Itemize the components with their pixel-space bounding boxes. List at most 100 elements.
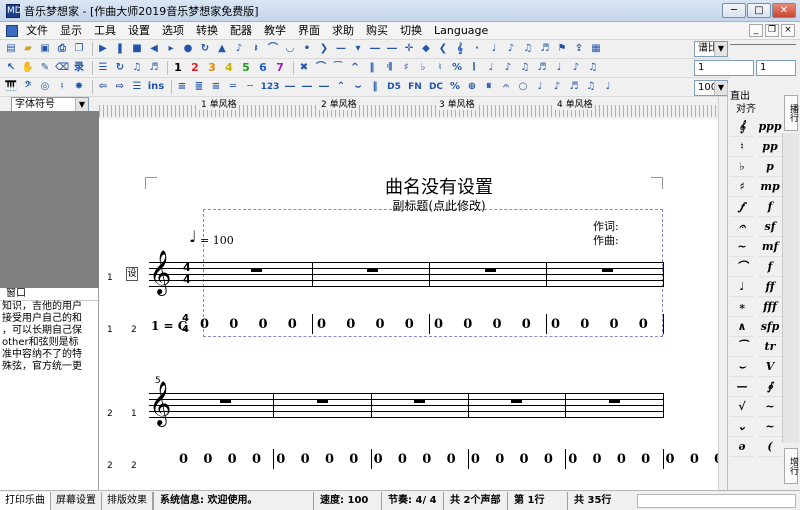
lines4-icon[interactable]: ═ <box>226 80 240 94</box>
insert-button[interactable]: ins <box>147 80 165 94</box>
eighth-note-icon[interactable]: ♪ <box>504 42 518 56</box>
palette-symbol[interactable]: sfp <box>758 317 782 337</box>
numbered-note[interactable]: 0 <box>495 452 504 467</box>
digit-2-button[interactable]: 2 <box>188 61 202 75</box>
ruler-segment-3[interactable]: 3 单风格 <box>437 97 477 110</box>
chord6-icon[interactable]: ♪ <box>569 61 583 75</box>
whole-rest[interactable] <box>220 400 231 403</box>
palette-symbol[interactable]: — <box>730 377 754 397</box>
beam-icon[interactable]: ♫ <box>521 42 535 56</box>
quarter-note-icon-2[interactable]: ♩ <box>533 80 547 94</box>
select-tool-icon[interactable]: ↖ <box>4 61 18 75</box>
barline2-icon[interactable]: ‖ <box>368 80 382 94</box>
note-icon[interactable]: ♪ <box>232 42 246 56</box>
rewind-icon[interactable]: ◀ <box>147 42 161 56</box>
palette-symbol[interactable]: ~ <box>758 417 782 437</box>
number-mode-button[interactable]: 123 <box>260 80 280 94</box>
menu-tools[interactable]: 工具 <box>88 23 122 39</box>
numbered-note[interactable]: 0 <box>398 452 407 467</box>
palette-symbol[interactable]: f <box>758 197 782 217</box>
palette-symbol[interactable]: mf <box>758 237 782 257</box>
palette-symbol[interactable]: 𝄐 <box>730 217 754 237</box>
digit-7-button[interactable]: 7 <box>273 61 287 75</box>
note-duration2-icon[interactable]: ♬ <box>147 61 161 75</box>
stop-icon[interactable]: ■ <box>130 42 144 56</box>
tie-icon-2[interactable]: ⌒ <box>314 61 328 75</box>
numbered-note[interactable]: 0 <box>301 452 310 467</box>
palette-symbol[interactable]: mp <box>758 177 782 197</box>
numbered-note[interactable]: 0 <box>229 317 238 332</box>
numbered-note[interactable]: 0 <box>405 317 414 332</box>
copy-icon[interactable]: ❐ <box>72 42 86 56</box>
open-icon[interactable]: ▰ <box>21 42 35 56</box>
palette-symbol[interactable]: f <box>758 257 782 277</box>
whole-rest[interactable] <box>251 269 262 272</box>
flat-icon[interactable]: ♭ <box>416 61 430 75</box>
tab-screen-settings[interactable]: 屏幕设置 <box>51 491 102 510</box>
numbered-note[interactable]: 0 <box>690 452 699 467</box>
numbered-note[interactable]: 0 <box>349 452 358 467</box>
palette-symbol[interactable]: ppp <box>758 117 782 137</box>
star-icon[interactable]: ✸ <box>72 80 86 94</box>
maximize-button[interactable]: □ <box>747 3 771 18</box>
menu-interface[interactable]: 界面 <box>292 23 326 39</box>
quarter-note-icon[interactable]: ♩ <box>487 42 501 56</box>
forward-icon[interactable]: ▸ <box>164 42 178 56</box>
rest-icon[interactable]: 𝄽 <box>249 42 263 56</box>
numbered-note[interactable]: 0 <box>200 317 209 332</box>
natural-icon[interactable]: ♮ <box>433 61 447 75</box>
palette-symbol[interactable]: ( <box>758 437 782 457</box>
coda-icon[interactable]: ⊕ <box>465 80 479 94</box>
line3-icon[interactable]: ― <box>283 80 297 94</box>
menu-file[interactable]: 文件 <box>20 23 54 39</box>
tab-add-row[interactable]: 增行 <box>784 448 798 484</box>
metronome-icon[interactable]: ▲ <box>215 42 229 56</box>
pen-tool-icon[interactable]: ✎ <box>38 61 52 75</box>
menu-buy[interactable]: 购买 <box>360 23 394 39</box>
diamond-icon[interactable]: ◆ <box>419 42 433 56</box>
palette-symbol[interactable]: tr <box>758 337 782 357</box>
bullet-icon[interactable]: • <box>300 42 314 56</box>
numbered-note[interactable]: 0 <box>325 452 334 467</box>
palette-symbol[interactable]: ♩ <box>730 277 754 297</box>
chord-icon[interactable]: ♩ <box>484 61 498 75</box>
numbered-note[interactable]: 0 <box>593 452 602 467</box>
record-icon[interactable]: ● <box>181 42 195 56</box>
status-scrollbar[interactable] <box>637 493 796 508</box>
slur-icon[interactable]: ◡ <box>283 42 297 56</box>
palette-symbol[interactable]: ♯ <box>730 177 754 197</box>
repeat-icon[interactable]: 𝄇 <box>382 61 396 75</box>
fermata-icon[interactable]: 𝄐 <box>499 80 513 94</box>
caret-icon[interactable]: ⌃ <box>334 80 348 94</box>
drum-icon[interactable]: ◎ <box>38 80 52 94</box>
score-ratio-dropdown[interactable]: 谱比 ▼ <box>694 41 728 57</box>
sharp-icon[interactable]: ♯ <box>399 61 413 75</box>
chord2-icon[interactable]: ♪ <box>501 61 515 75</box>
measure-end-input[interactable]: 1 <box>756 60 796 76</box>
score-subtitle[interactable]: 副标题(点此修改) <box>299 197 579 214</box>
numbered-note[interactable]: 0 <box>551 317 560 332</box>
save-icon[interactable]: ▣ <box>38 42 52 56</box>
score-page[interactable]: 曲名没有设置 副标题(点此修改) 作词: 作曲: ♩ = 100 1 设 𝄞 4… <box>99 119 718 490</box>
zoom-dropdown[interactable]: 100% ▼ <box>694 80 728 96</box>
numbered-note[interactable]: 0 <box>610 317 619 332</box>
print-icon[interactable]: ⎙ <box>55 42 69 56</box>
palette-symbol[interactable]: ff <box>758 277 782 297</box>
minimize-button[interactable]: ─ <box>722 3 746 18</box>
digit-5-button[interactable]: 5 <box>239 61 253 75</box>
circle-icon[interactable]: ○ <box>516 80 530 94</box>
measure-start-input[interactable]: 1 <box>694 60 754 76</box>
list-icon[interactable]: ☰ <box>96 61 110 75</box>
piano-icon[interactable]: 🎹 <box>4 80 18 94</box>
numbered-note[interactable]: 0 <box>580 317 589 332</box>
guitar-icon[interactable]: 𝄢 <box>21 80 35 94</box>
numbered-note[interactable]: 0 <box>447 452 456 467</box>
numbered-note[interactable]: 0 <box>203 452 212 467</box>
sixteenth-note-icon[interactable]: ♬ <box>567 80 581 94</box>
score-title[interactable]: 曲名没有设置 <box>299 173 579 199</box>
palette-symbol[interactable]: ~ <box>730 237 754 257</box>
triangle-down-icon[interactable]: ▾ <box>351 42 365 56</box>
whole-rest[interactable] <box>367 269 378 272</box>
numbered-note[interactable]: 0 <box>522 317 531 332</box>
whole-rest[interactable] <box>511 400 522 403</box>
